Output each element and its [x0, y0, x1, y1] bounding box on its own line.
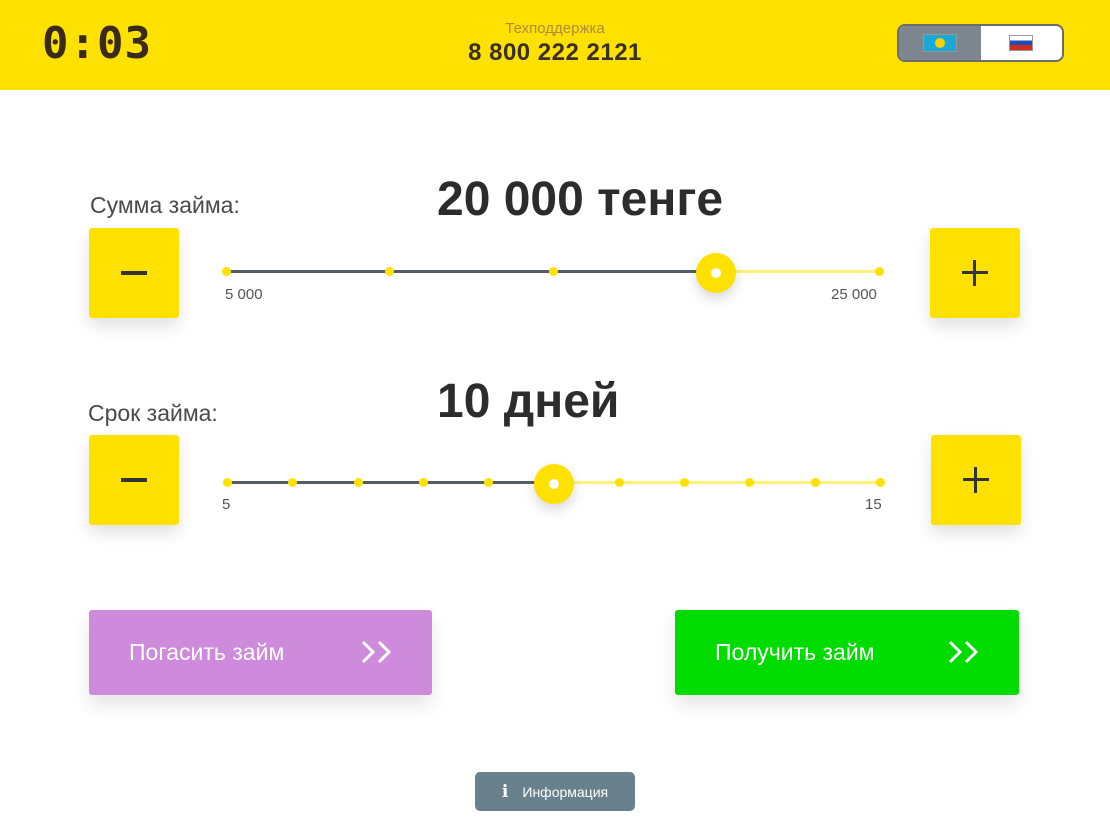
language-ru-button[interactable]: [981, 26, 1063, 60]
term-slider-fill: [227, 481, 554, 484]
slider-tick: [484, 478, 494, 487]
double-chevron-right-icon: [948, 640, 979, 664]
slider-tick: [548, 267, 558, 276]
amount-slider-fill: [226, 270, 716, 273]
top-bar: 0:03 Техподдержка 8 800 222 2121: [0, 0, 1110, 90]
repay-loan-label: Погасить займ: [129, 639, 285, 665]
term-min-label: 5: [222, 496, 231, 513]
slider-tick: [875, 267, 884, 276]
repay-loan-button[interactable]: Погасить займ: [89, 610, 432, 695]
slider-tick: [745, 478, 755, 487]
term-slider[interactable]: [223, 463, 885, 504]
flag-kazakhstan-icon: [922, 34, 957, 52]
slider-tick: [680, 478, 690, 487]
amount-value: 20 000 тенге: [437, 173, 724, 226]
flag-russia-icon: [1009, 35, 1034, 51]
term-increase-button[interactable]: [931, 435, 1021, 525]
amount-slider-thumb[interactable]: [695, 253, 736, 293]
slider-tick: [288, 478, 298, 487]
plus-icon: [962, 260, 988, 286]
amount-label: Сумма займа:: [90, 192, 240, 218]
slider-tick: [876, 478, 885, 487]
double-chevron-right-icon: [361, 640, 392, 664]
slider-tick: [353, 478, 363, 487]
slider-tick: [614, 478, 624, 487]
language-kz-button[interactable]: [899, 26, 981, 60]
term-value: 10 дней: [437, 375, 620, 428]
term-max-label: 15: [865, 496, 882, 513]
information-label: Информация: [522, 783, 609, 800]
get-loan-button[interactable]: Получить займ: [675, 610, 1019, 695]
term-label: Срок займа:: [88, 400, 218, 426]
slider-tick: [223, 478, 232, 487]
amount-min-label: 5 000: [225, 286, 263, 303]
amount-slider[interactable]: [222, 252, 884, 293]
slider-tick: [418, 478, 428, 487]
slider-tick: [385, 267, 395, 276]
term-decrease-button[interactable]: [89, 435, 179, 525]
info-icon: i: [501, 781, 509, 802]
minus-icon: [121, 271, 147, 275]
information-button[interactable]: i Информация: [475, 772, 635, 811]
amount-max-label: 25 000: [831, 286, 877, 303]
amount-increase-button[interactable]: [930, 228, 1020, 318]
slider-tick: [222, 267, 231, 276]
minus-icon: [121, 478, 147, 482]
plus-icon: [963, 467, 989, 493]
slider-tick: [810, 478, 820, 487]
get-loan-label: Получить займ: [715, 639, 875, 665]
language-switch: [897, 24, 1064, 62]
term-slider-thumb[interactable]: [533, 464, 574, 504]
amount-decrease-button[interactable]: [89, 228, 179, 318]
